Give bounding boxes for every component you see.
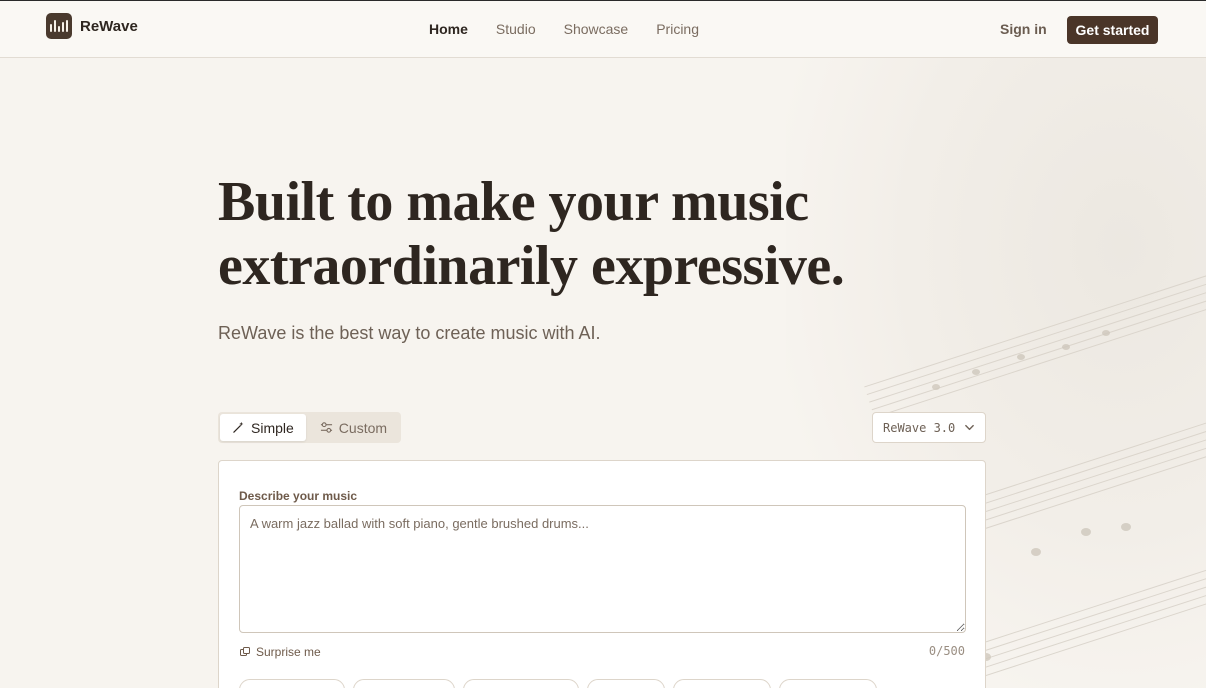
nav-item-showcase[interactable]: Showcase: [564, 21, 629, 37]
sign-in-link[interactable]: Sign in: [1000, 21, 1047, 37]
surprise-me-label: Surprise me: [256, 645, 321, 659]
suggestion-chip[interactable]: [463, 679, 579, 688]
composer-card: Describe your music Surprise me 0/500: [218, 460, 986, 688]
brand-name: ReWave: [80, 17, 138, 35]
mode-custom-button[interactable]: Custom: [308, 414, 399, 441]
brand-logo[interactable]: ReWave: [46, 13, 138, 39]
describe-music-label: Describe your music: [239, 489, 358, 503]
sliders-icon: [320, 422, 332, 433]
magic-wand-icon: [233, 421, 244, 433]
hero-title-line-2: extraordinarily expressive.: [218, 235, 845, 297]
music-description-input[interactable]: [239, 505, 966, 633]
suggestion-chip[interactable]: [239, 679, 345, 688]
suggestion-chip[interactable]: [353, 679, 455, 688]
mode-toggle: Simple Custom: [218, 412, 401, 443]
dice-icon: [240, 647, 250, 656]
hero-title: Built to make your music extraordinarily…: [218, 170, 918, 298]
equalizer-bars-icon: [46, 13, 72, 39]
get-started-button[interactable]: Get started: [1067, 16, 1158, 44]
model-select[interactable]: ReWave 3.0: [872, 412, 986, 443]
nav-item-home[interactable]: Home: [429, 21, 468, 37]
mode-simple-label: Simple: [251, 419, 294, 436]
hero-title-line-1: Built to make your music: [218, 171, 809, 233]
model-select-value: ReWave 3.0: [883, 420, 956, 435]
suggestion-chip[interactable]: [779, 679, 877, 688]
mode-custom-label: Custom: [338, 419, 388, 436]
nav-item-studio[interactable]: Studio: [496, 21, 536, 37]
hero-subtitle: ReWave is the best way to create music w…: [218, 323, 601, 343]
surprise-me-button[interactable]: Surprise me: [239, 645, 321, 659]
character-counter: 0/500: [928, 644, 965, 658]
nav-item-pricing[interactable]: Pricing: [656, 21, 699, 37]
main-nav: Home Studio Showcase Pricing: [429, 21, 699, 37]
suggestion-chip[interactable]: [673, 679, 771, 688]
top-navbar: ReWave Home Studio Showcase Pricing Sign…: [0, 0, 1206, 58]
suggestion-chips: [239, 679, 877, 688]
mode-simple-button[interactable]: Simple: [220, 414, 306, 441]
suggestion-chip[interactable]: [587, 679, 665, 688]
chevron-down-icon: [965, 424, 974, 431]
